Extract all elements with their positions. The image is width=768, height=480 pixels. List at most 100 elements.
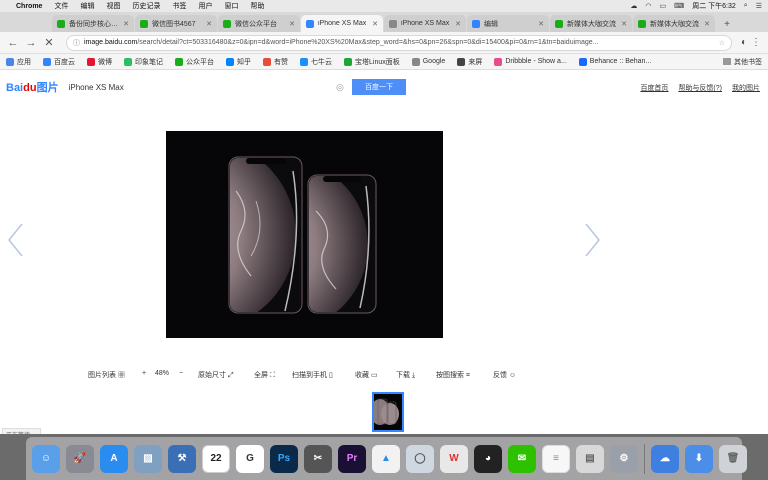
search-button[interactable]: 百度一下 xyxy=(352,79,406,95)
link-my-images[interactable]: 我的图片 xyxy=(732,83,760,93)
tab[interactable]: 编辑 ✕ xyxy=(467,15,549,32)
extension-icon[interactable]: ◐ xyxy=(738,37,750,48)
clock[interactable]: 周二 下午6:32 xyxy=(692,1,736,11)
bookmark-item[interactable]: Google xyxy=(411,57,445,66)
link-baidu-home[interactable]: 百度首页 xyxy=(640,83,668,93)
bookmark-item[interactable]: 公众平台 xyxy=(175,57,214,67)
wps-icon[interactable]: W xyxy=(440,444,468,473)
back-icon[interactable]: ← xyxy=(6,36,20,50)
bookmark-item[interactable]: 有赞 xyxy=(263,57,288,67)
tab-active[interactable]: iPhone XS Max ✕ xyxy=(301,15,383,32)
bookmark-item[interactable]: 七牛云 xyxy=(300,57,332,67)
baidu-logo[interactable]: Baidu图片 xyxy=(6,79,59,95)
close-icon[interactable]: ✕ xyxy=(538,20,544,28)
tab[interactable]: iPhone XS Max ✕ xyxy=(384,15,466,32)
final-cut-icon[interactable]: ✂ xyxy=(304,444,332,473)
tab[interactable]: 微信图书4567 ✕ xyxy=(135,15,217,32)
xcode-tools-icon[interactable]: ⚒ xyxy=(168,444,196,473)
photoshop-icon[interactable]: Ps xyxy=(270,444,298,473)
info-icon[interactable]: ⓘ xyxy=(73,38,80,48)
keynote-icon[interactable]: ▲ xyxy=(372,444,400,473)
menu-edit[interactable]: 编辑 xyxy=(80,1,94,11)
tab[interactable]: 备份同步核心函数 ✕ xyxy=(52,15,134,32)
menu-view[interactable]: 视图 xyxy=(106,1,120,11)
stop-loading-icon[interactable]: ✕ xyxy=(42,36,56,50)
zoom-level: 48% xyxy=(155,370,170,377)
menu-bookmarks[interactable]: 书签 xyxy=(172,1,186,11)
cloud-icon[interactable]: ☁ xyxy=(630,2,637,10)
search-icon[interactable]: ⌕ xyxy=(744,2,748,10)
messages-icon[interactable]: ◯ xyxy=(406,444,434,473)
close-icon[interactable]: ✕ xyxy=(621,20,627,28)
bookmark-item[interactable]: Behance :: Behan... xyxy=(578,57,651,66)
bookmark-item[interactable]: 来屏 xyxy=(457,57,482,67)
input-method-icon[interactable]: ⌨ xyxy=(674,2,684,10)
bookmark-item[interactable]: 宝塔Linux面板 xyxy=(344,57,400,67)
app-menu[interactable]: Chrome xyxy=(16,3,42,10)
wechat-icon[interactable]: ✉ xyxy=(508,444,536,473)
tab[interactable]: 新媒体大咖交流 ✕ xyxy=(633,15,715,32)
menu-list-icon[interactable]: ☰ xyxy=(756,2,762,10)
baidu-netdisk-icon[interactable]: ☁ xyxy=(651,444,679,473)
notes-icon[interactable]: ≡ xyxy=(542,444,570,473)
next-arrow-icon[interactable] xyxy=(584,222,602,258)
other-bookmarks[interactable]: 其他书签 xyxy=(723,57,762,67)
image-search-icon: ⌗ xyxy=(465,372,470,379)
prev-arrow-icon[interactable] xyxy=(6,222,24,258)
close-icon[interactable]: ✕ xyxy=(372,20,378,28)
search-query[interactable]: iPhone XS Max xyxy=(69,83,124,92)
zoom-out-button[interactable]: − xyxy=(179,370,183,377)
tab[interactable]: 新媒体大咖交流 ✕ xyxy=(550,15,632,32)
trash-icon[interactable]: 🗑 xyxy=(719,444,747,473)
bookmark-item[interactable]: 印象笔记 xyxy=(124,57,163,67)
address-bar[interactable]: ⓘ image.baidu.com /search/detail?ct=5033… xyxy=(66,34,732,51)
folder-icon[interactable]: ▤ xyxy=(576,444,604,473)
download-button[interactable]: 下载 ⤓ xyxy=(396,370,415,380)
menu-file[interactable]: 文件 xyxy=(54,1,68,11)
bookmark-star-icon[interactable]: ☆ xyxy=(713,39,725,47)
bookmark-item[interactable]: 微博 xyxy=(87,57,112,67)
fullscreen-button[interactable]: 全屏 ⛶ xyxy=(254,370,275,380)
close-icon[interactable]: ✕ xyxy=(704,20,710,28)
new-tab-icon[interactable]: + xyxy=(720,18,734,32)
camera-icon[interactable]: ◎ xyxy=(336,82,344,93)
bookmark-item[interactable]: Dribbble - Show a... xyxy=(494,57,567,66)
bookmark-item[interactable]: 知乎 xyxy=(226,57,251,67)
close-icon[interactable]: ✕ xyxy=(123,20,129,28)
image-search-button[interactable]: 按图搜索 ⌗ xyxy=(436,370,470,380)
chrome-icon[interactable]: G xyxy=(236,444,264,473)
chrome-menu-icon[interactable]: ⋮ xyxy=(750,37,762,48)
feedback-button[interactable]: 反馈 ☺ xyxy=(493,370,516,380)
close-icon[interactable]: ✕ xyxy=(289,20,295,28)
forward-icon[interactable]: → xyxy=(24,36,38,50)
launchpad-icon[interactable]: 🚀 xyxy=(66,444,94,473)
menu-help[interactable]: 帮助 xyxy=(250,1,264,11)
image-list-button[interactable]: 图片列表 ▦ xyxy=(88,370,125,380)
tab[interactable]: 微信公众平台 ✕ xyxy=(218,15,300,32)
menu-window[interactable]: 窗口 xyxy=(224,1,238,11)
bookmark-favicon xyxy=(494,57,503,66)
zoom-in-button[interactable]: + xyxy=(142,370,146,377)
menu-history[interactable]: 历史记录 xyxy=(132,1,160,11)
menu-people[interactable]: 用户 xyxy=(198,1,212,11)
bookmark-item[interactable]: 百度云 xyxy=(43,57,75,67)
finder-icon[interactable]: ☺ xyxy=(32,444,60,473)
wifi-icon[interactable]: ◠ xyxy=(645,2,651,10)
close-icon[interactable]: ✕ xyxy=(206,20,212,28)
main-image[interactable] xyxy=(166,131,443,338)
qq-icon[interactable]: ◕ xyxy=(474,444,502,473)
preview-icon[interactable]: ▨ xyxy=(134,444,162,473)
link-help-feedback[interactable]: 帮助与反馈(?) xyxy=(678,83,722,93)
downloads-icon[interactable]: ⬇ xyxy=(685,444,713,473)
battery-icon[interactable]: ▭ xyxy=(659,2,666,10)
thumbnail-selected[interactable] xyxy=(372,392,404,432)
bookmark-apps[interactable]: 应用 xyxy=(6,57,31,67)
scan-to-phone-button[interactable]: 扫描到手机 ▯ xyxy=(292,370,333,380)
original-size-button[interactable]: 原始尺寸 ⤢ xyxy=(198,370,234,380)
calendar-icon[interactable]: 22 xyxy=(202,444,230,473)
favorite-button[interactable]: 收藏 ▭ xyxy=(355,370,378,380)
close-icon[interactable]: ✕ xyxy=(455,20,461,28)
system-icon[interactable]: ⚙ xyxy=(610,444,638,473)
app-store-icon[interactable]: A xyxy=(100,444,128,473)
premiere-icon[interactable]: Pr xyxy=(338,444,366,473)
